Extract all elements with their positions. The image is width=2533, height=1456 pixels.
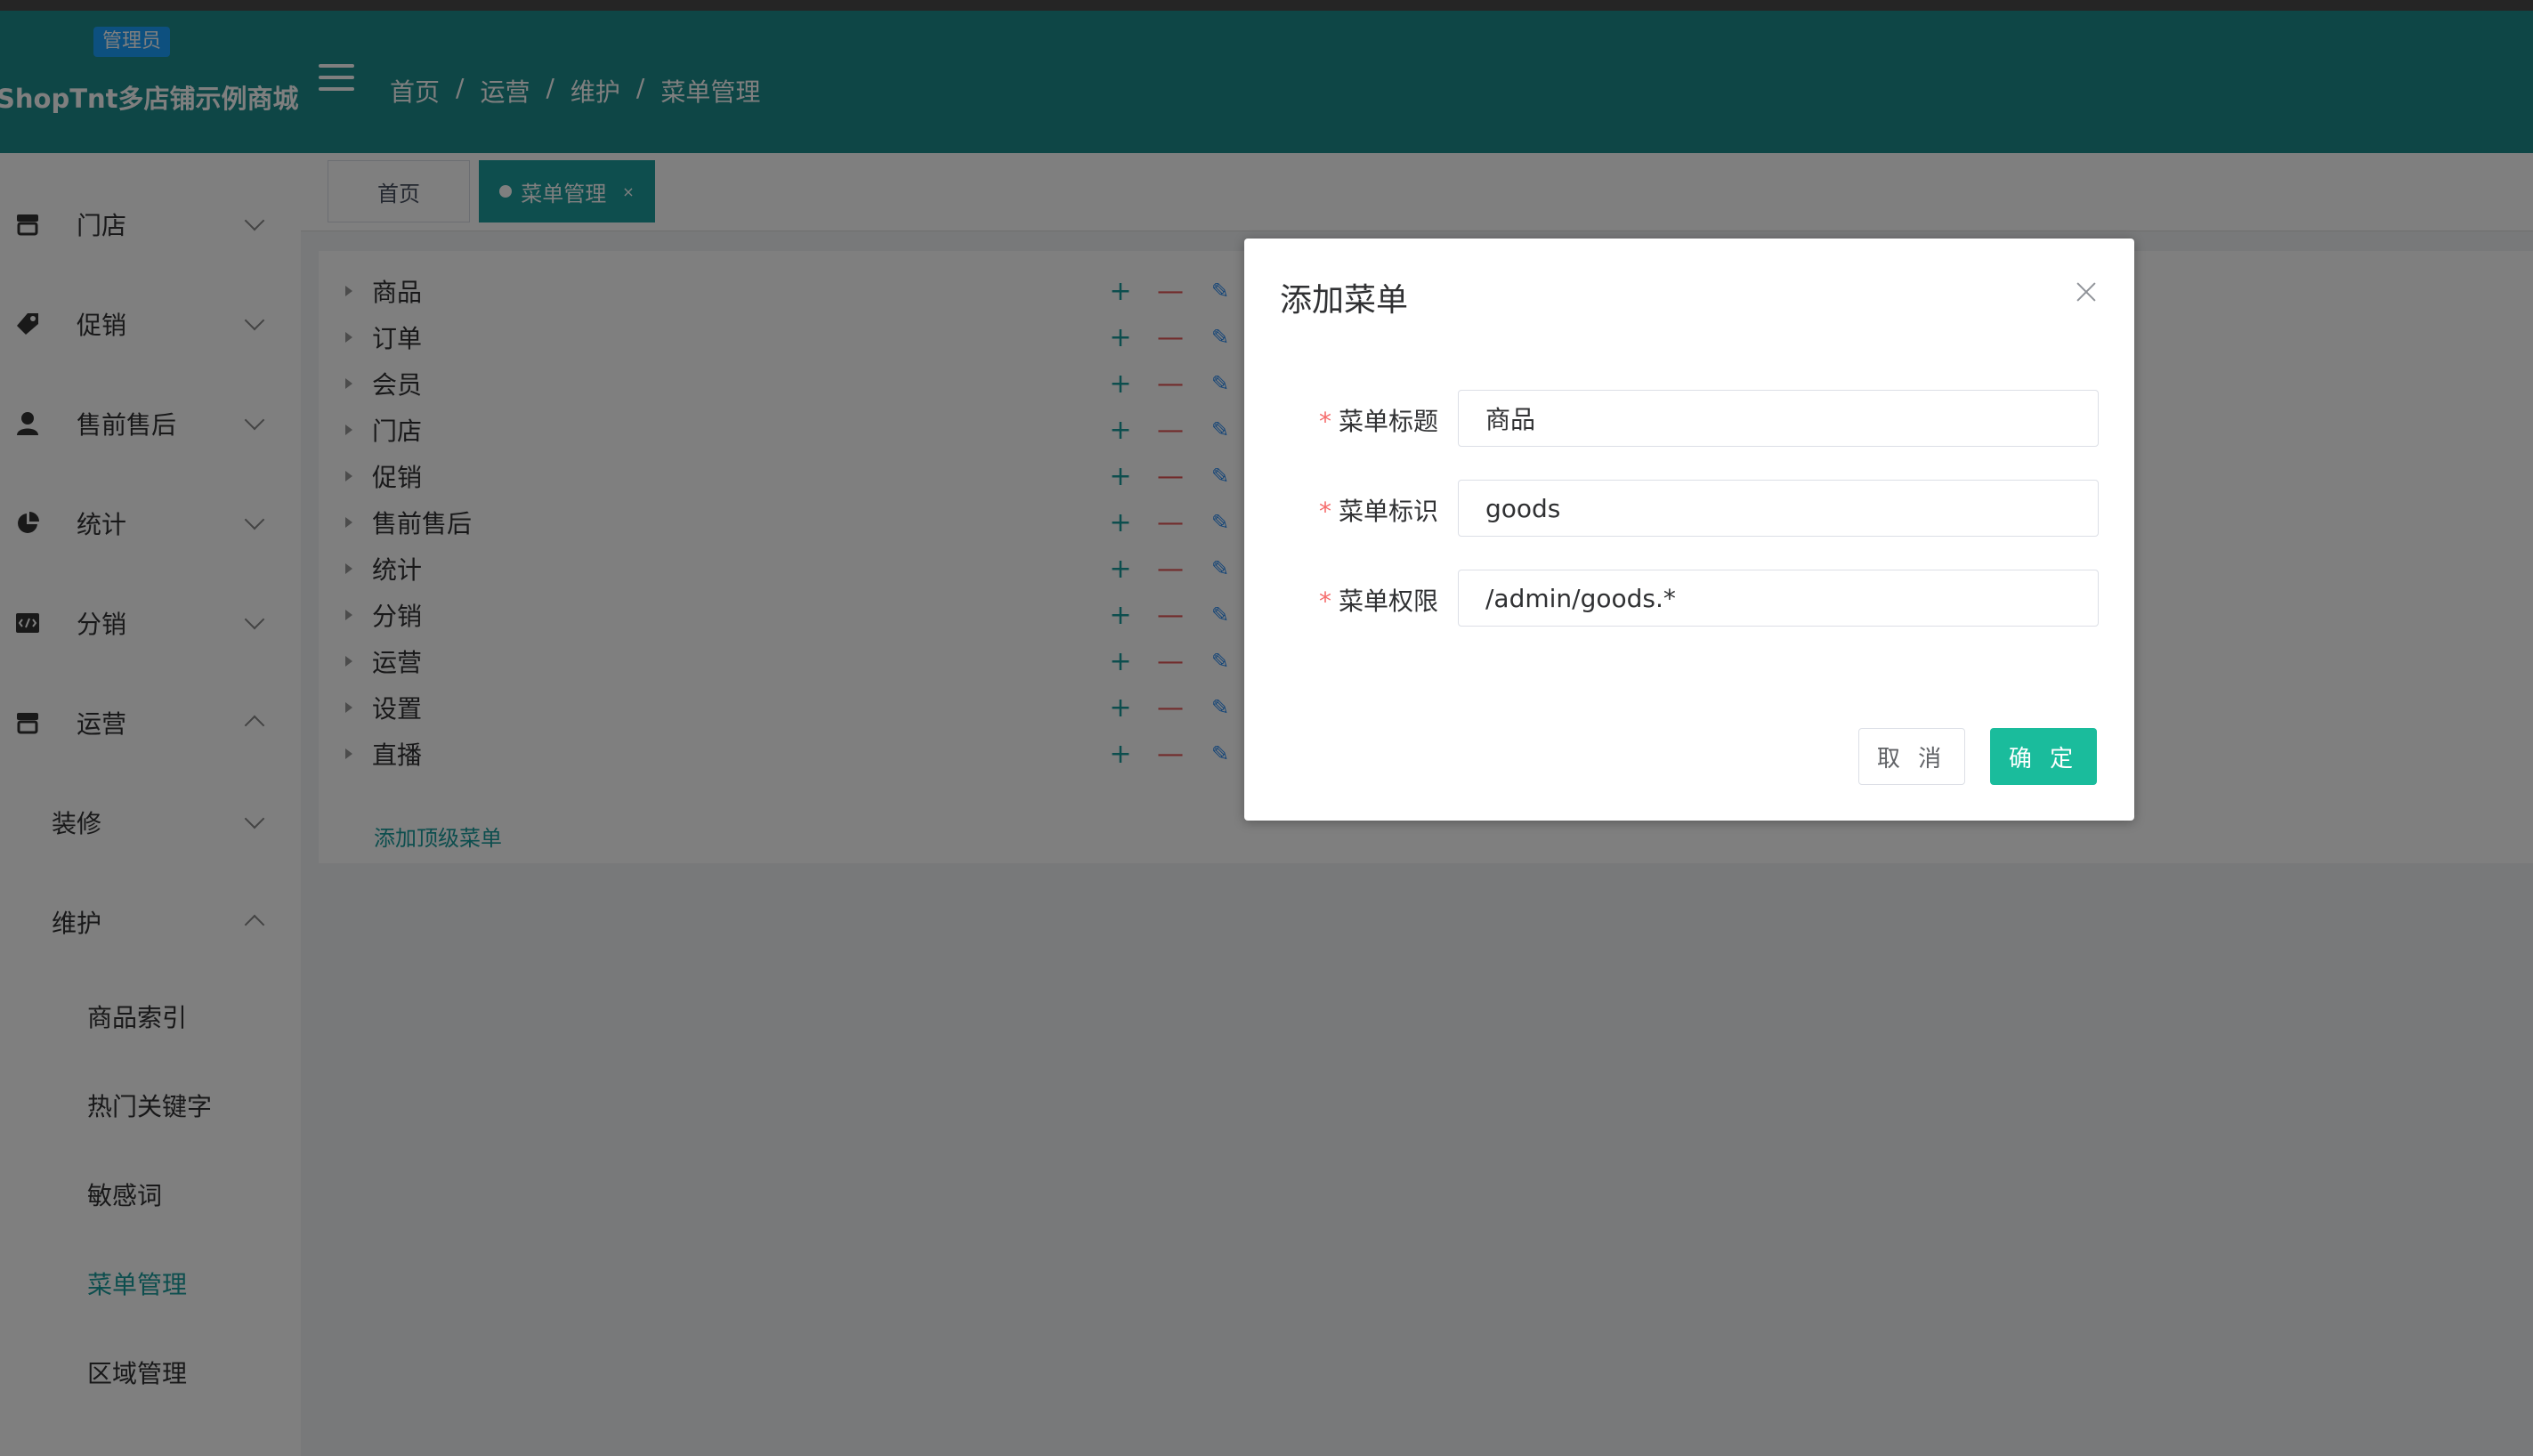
form-row-menu-title: * 菜单标题 xyxy=(1244,390,2134,447)
field-label: * 菜单标识 xyxy=(1318,497,1438,526)
menu-identifier-input[interactable] xyxy=(1458,480,2099,537)
field-label: * 菜单权限 xyxy=(1318,586,1438,616)
cancel-button[interactable]: 取 消 xyxy=(1858,728,1965,785)
field-label: * 菜单标题 xyxy=(1318,407,1438,436)
menu-permission-input[interactable] xyxy=(1458,570,2099,627)
form-row-menu-identifier: * 菜单标识 xyxy=(1244,480,2134,537)
dialog-title: 添加菜单 xyxy=(1280,282,1409,319)
required-mark: * xyxy=(1318,497,1331,526)
menu-title-input[interactable] xyxy=(1458,390,2099,447)
confirm-button[interactable]: 确 定 xyxy=(1990,728,2097,785)
required-mark: * xyxy=(1318,586,1331,616)
close-icon[interactable] xyxy=(2070,276,2102,308)
form-row-menu-permission: * 菜单权限 xyxy=(1244,570,2134,627)
required-mark: * xyxy=(1318,407,1331,436)
add-menu-dialog: 添加菜单 *菜单标题 *菜单标识 *菜单权限 取 消 确 定 xyxy=(1244,239,2134,821)
